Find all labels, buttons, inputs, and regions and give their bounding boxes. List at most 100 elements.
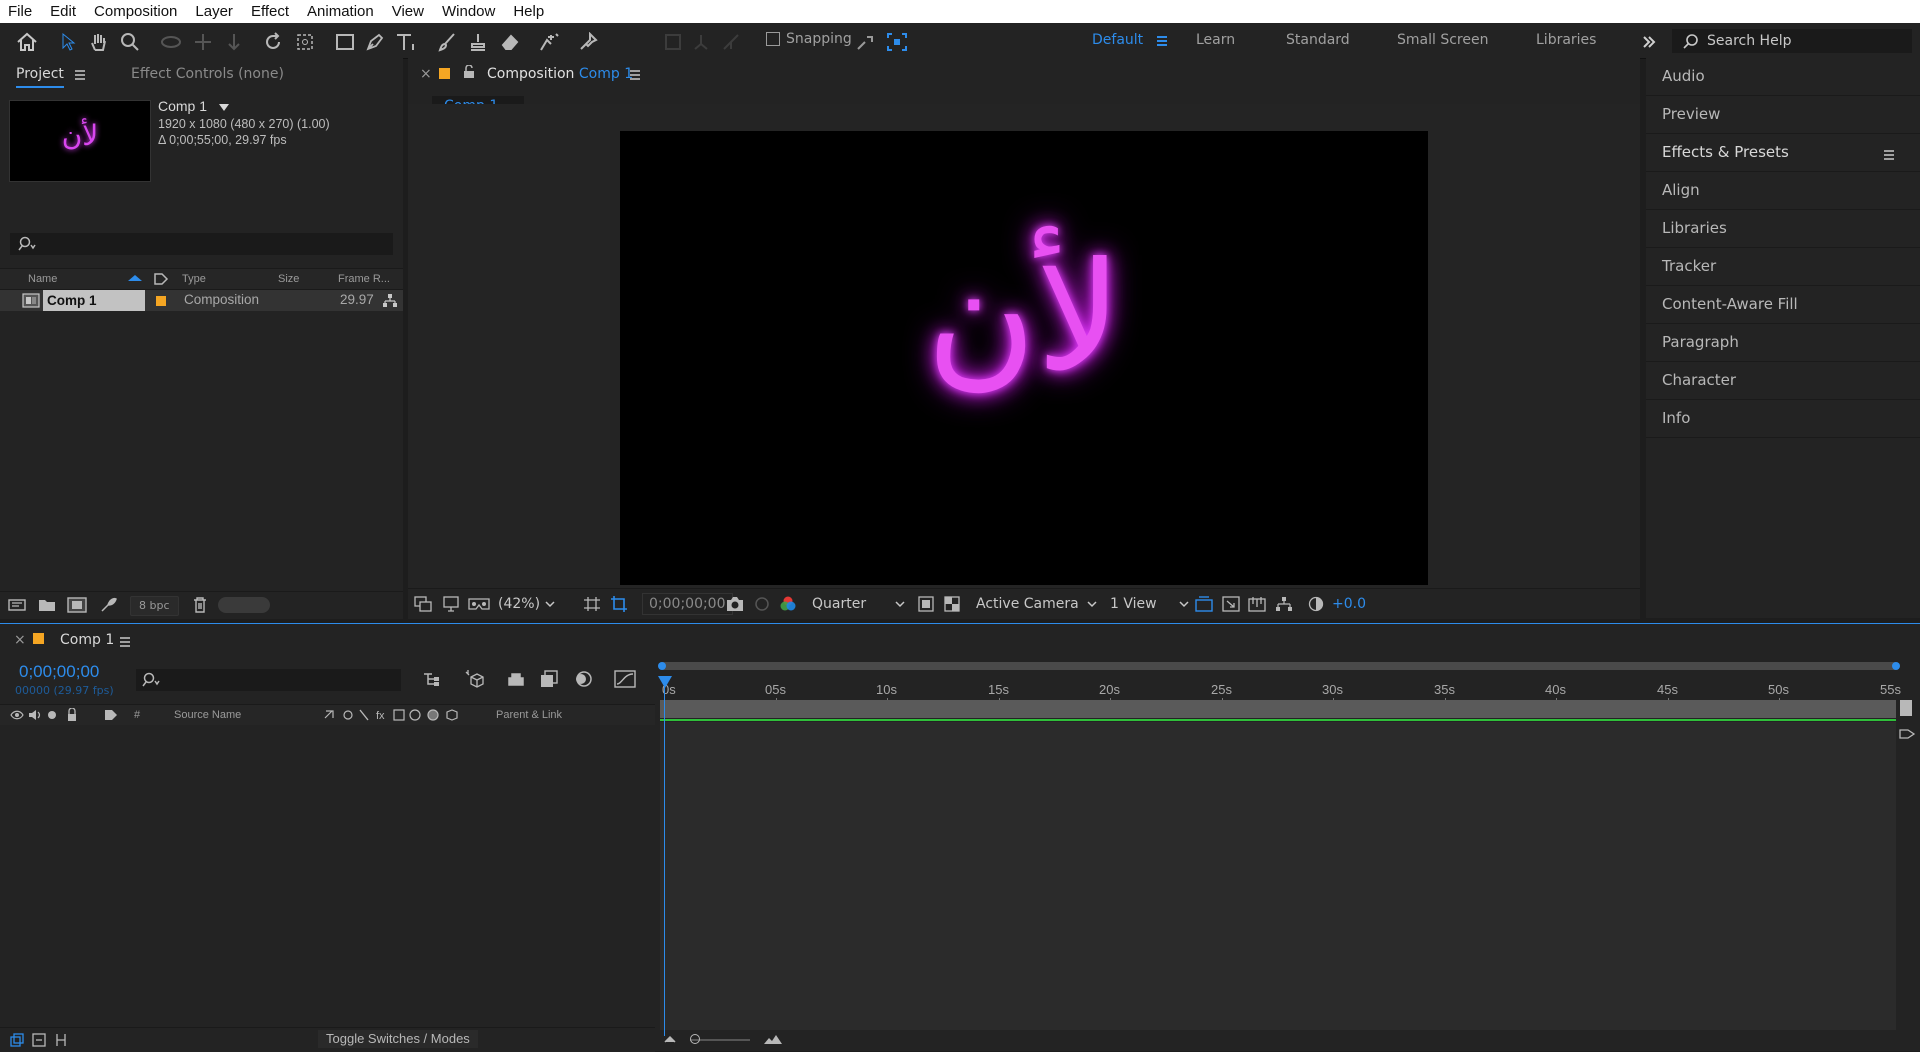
show-snapshot-icon[interactable]	[753, 596, 771, 612]
rectangle-tool-icon[interactable]	[332, 29, 358, 55]
col-frame-rate[interactable]: Frame R...	[338, 273, 390, 285]
snap-edges-icon[interactable]	[852, 29, 878, 55]
panel-audio[interactable]: Audio	[1646, 58, 1920, 96]
col-name[interactable]: Name	[28, 273, 57, 285]
type-tool-icon[interactable]	[392, 29, 418, 55]
pen-tool-icon[interactable]	[362, 29, 388, 55]
col-size[interactable]: Size	[278, 273, 299, 285]
selection-tool-icon[interactable]	[55, 29, 81, 55]
timeline-icon[interactable]	[1248, 596, 1266, 612]
toggle-switches-modes-button[interactable]: Toggle Switches / Modes	[318, 1030, 478, 1048]
brush-tool-icon[interactable]	[434, 29, 460, 55]
timeline-current-time[interactable]: 0;00;00;00	[19, 662, 99, 682]
fit-icon[interactable]	[583, 596, 601, 612]
item-dropdown-icon[interactable]	[218, 104, 229, 111]
project-panel-menu-icon[interactable]	[75, 68, 85, 82]
orbit-camera-icon[interactable]	[158, 29, 184, 55]
clone-stamp-tool-icon[interactable]	[465, 29, 491, 55]
search-help-field[interactable]: Search Help	[1672, 29, 1912, 53]
motion-blur-icon[interactable]	[573, 669, 593, 689]
exposure-value[interactable]: +0.0	[1332, 596, 1366, 612]
project-search-input[interactable]	[10, 233, 393, 255]
graph-editor-icon[interactable]	[614, 670, 636, 688]
workspace-standard[interactable]: Standard	[1286, 32, 1350, 48]
toggle-pixel-aspect-icon[interactable]	[1195, 596, 1213, 612]
composition-canvas[interactable]: لأن	[620, 131, 1428, 585]
workspace-learn[interactable]: Learn	[1196, 32, 1235, 48]
expand-layer-switches-icon[interactable]	[10, 1033, 24, 1047]
work-area-bar[interactable]	[658, 662, 1900, 670]
label-color-swatch[interactable]	[439, 68, 450, 79]
resolution-dropdown[interactable]: Quarter	[812, 593, 906, 615]
work-area-start-handle[interactable]	[658, 662, 666, 670]
shy-layers-icon[interactable]	[506, 670, 526, 688]
menu-edit[interactable]: Edit	[41, 3, 85, 20]
col-type[interactable]: Type	[182, 273, 206, 285]
label-column-icon[interactable]	[153, 272, 169, 286]
snapshot-icon[interactable]	[726, 596, 744, 612]
lock-icon[interactable]	[463, 65, 475, 79]
monitor-icon[interactable]	[442, 596, 460, 612]
menu-window[interactable]: Window	[433, 3, 504, 20]
interpret-footage-icon[interactable]	[8, 598, 26, 612]
zoom-in-icon[interactable]	[762, 1032, 784, 1046]
panel-character[interactable]: Character	[1646, 362, 1920, 400]
menu-composition[interactable]: Composition	[85, 3, 186, 20]
panel-preview[interactable]: Preview	[1646, 96, 1920, 134]
region-of-interest-icon[interactable]	[610, 595, 628, 613]
roto-brush-tool-icon[interactable]	[536, 29, 562, 55]
expand-transfer-controls-icon[interactable]	[32, 1033, 46, 1047]
channel-icon[interactable]	[779, 595, 797, 613]
anchor-point-tool-icon[interactable]	[292, 29, 318, 55]
fast-previews-icon[interactable]	[918, 596, 934, 612]
tab-effect-controls[interactable]: Effect Controls (none)	[131, 66, 284, 82]
pan-camera-icon[interactable]	[190, 29, 216, 55]
reset-exposure-icon[interactable]	[1308, 596, 1324, 612]
col-parent-link[interactable]: Parent & Link	[496, 709, 562, 721]
composition-flowchart-icon[interactable]	[1222, 596, 1240, 612]
workspace-menu-icon[interactable]	[1157, 34, 1167, 48]
work-area-end-handle[interactable]	[1892, 662, 1900, 670]
thumbnail-zoom-slider[interactable]	[218, 597, 270, 613]
comp-end-marker[interactable]	[1900, 700, 1912, 716]
new-composition-icon[interactable]	[67, 597, 87, 613]
workspace-libraries[interactable]: Libraries	[1536, 32, 1596, 48]
menu-help[interactable]: Help	[504, 3, 553, 20]
effects-panel-menu-icon[interactable]	[1884, 148, 1894, 162]
dolly-camera-icon[interactable]	[221, 29, 247, 55]
vr-icon[interactable]	[468, 596, 490, 612]
delete-icon[interactable]	[193, 597, 207, 613]
expand-time-controls-icon[interactable]	[54, 1033, 68, 1047]
camera-dropdown[interactable]: Active Camera	[976, 593, 1098, 615]
playhead-line[interactable]	[664, 676, 665, 1036]
snapping-checkbox[interactable]	[766, 32, 780, 46]
more-workspaces-icon[interactable]	[1636, 29, 1662, 55]
menu-effect[interactable]: Effect	[242, 3, 298, 20]
frame-blending-icon[interactable]	[540, 670, 560, 688]
layer-track-area[interactable]	[660, 722, 1896, 1030]
label-color-swatch[interactable]	[156, 296, 166, 306]
timeline-tab[interactable]: Comp 1	[60, 632, 114, 648]
hand-tool-icon[interactable]	[86, 29, 112, 55]
flowchart-icon[interactable]	[1275, 596, 1293, 612]
menu-layer[interactable]: Layer	[186, 3, 242, 20]
eye-icon[interactable]	[10, 709, 24, 721]
panel-paragraph[interactable]: Paragraph	[1646, 324, 1920, 362]
menu-animation[interactable]: Animation	[298, 3, 383, 20]
new-folder-icon[interactable]	[38, 598, 56, 612]
adjust-project-settings-icon[interactable]	[100, 597, 118, 613]
close-tab-icon[interactable]: ×	[14, 632, 26, 648]
timeline-search-input[interactable]	[136, 669, 401, 691]
sort-arrow-icon[interactable]	[128, 275, 142, 281]
zoom-dropdown[interactable]: (42%)	[498, 593, 556, 615]
snapping-toggle[interactable]: Snapping	[766, 31, 852, 47]
label-column-icon[interactable]	[103, 708, 119, 722]
menu-file[interactable]: File	[0, 3, 41, 20]
tab-project[interactable]: Project	[16, 66, 64, 88]
panel-content-aware-fill[interactable]: Content-Aware Fill	[1646, 286, 1920, 324]
time-ruler[interactable]: 0s 05s 10s 15s 20s 25s 30s 35s 40s 45s 5…	[660, 670, 1901, 703]
panel-libraries[interactable]: Libraries	[1646, 210, 1920, 248]
table-row[interactable]: Comp 1 Composition 29.97	[0, 290, 403, 311]
transparency-grid-icon[interactable]	[944, 596, 960, 612]
panel-tracker[interactable]: Tracker	[1646, 248, 1920, 286]
